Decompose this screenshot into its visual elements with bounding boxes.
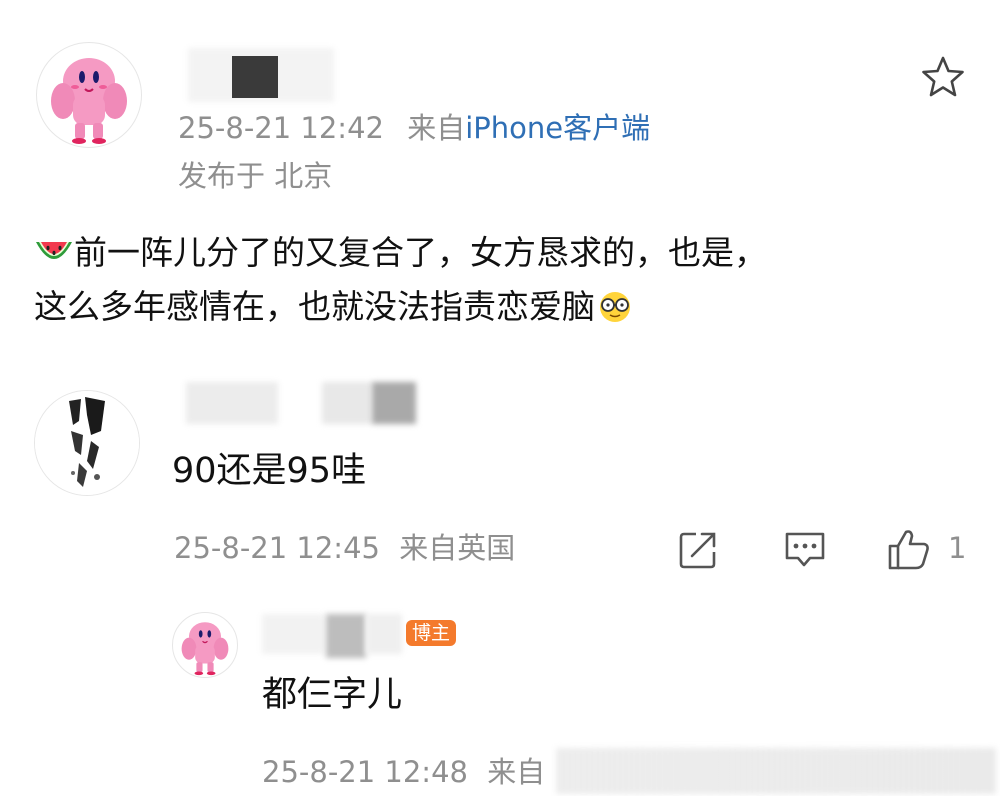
post-author-name-redacted-block (232, 56, 278, 98)
reply-author-name-redacted (262, 614, 324, 654)
reply-author-name-redacted-3 (366, 614, 402, 654)
reply-author-avatar[interactable] (172, 612, 238, 678)
post-content: 前一阵儿分了的又复合了，女方恳求的，也是， 这么多年感情在，也就没法指责恋爱脑 (34, 226, 974, 334)
post-source-client-link[interactable]: iPhone客户端 (465, 111, 650, 145)
watermelon-emoji (34, 230, 74, 262)
post-source-prefix: 来自 (407, 111, 466, 145)
glasses-face-emoji (595, 286, 635, 322)
post-text-line-1: 前一阵儿分了的又复合了，女方恳求的，也是， (74, 233, 767, 272)
post-meta-line: 25-8-21 12:42 来自iPhone客户端 (178, 108, 650, 148)
reply-timestamp: 25-8-21 12:48 (262, 755, 468, 789)
post-location: 发布于 北京 (178, 159, 333, 193)
reply-source: 来自 (487, 755, 546, 789)
post-timestamp: 25-8-21 12:42 (178, 111, 384, 145)
comment-author-name-redacted-3 (372, 382, 416, 424)
comment-meta-line: 25-8-21 12:45 来自英国 (174, 528, 515, 568)
share-icon[interactable] (676, 528, 720, 572)
comment-icon[interactable] (782, 528, 828, 572)
comment-author-name-redacted-2 (322, 382, 372, 424)
thumbs-up-icon[interactable] (886, 526, 932, 572)
muscle-kirby-avatar (51, 58, 127, 144)
comment-author-name-redacted (186, 382, 278, 424)
comment-author-avatar[interactable] (34, 390, 140, 496)
reply-meta-line: 25-8-21 12:48 来自 (262, 752, 545, 792)
comment-source: 来自英国 (399, 531, 516, 565)
star-icon[interactable] (920, 54, 966, 100)
like-count: 1 (948, 531, 967, 565)
reply-author-name-redacted-2 (326, 614, 366, 658)
comment-text: 90还是95哇 (172, 451, 367, 491)
post-text-line-2: 这么多年感情在，也就没法指责恋爱脑 (34, 287, 595, 326)
post-content-line-1: 前一阵儿分了的又复合了，女方恳求的，也是， (34, 226, 974, 280)
comment-timestamp: 25-8-21 12:45 (174, 531, 380, 565)
watermark-blur (556, 748, 996, 794)
reply-text: 都仨字儿 (262, 675, 403, 715)
post-content-line-2: 这么多年感情在，也就没法指责恋爱脑 (34, 280, 974, 334)
post-author-avatar[interactable] (36, 42, 142, 148)
blogger-badge: 博主 (406, 620, 456, 646)
ink-wash-avatar (35, 391, 139, 495)
muscle-kirby-avatar (181, 622, 229, 676)
